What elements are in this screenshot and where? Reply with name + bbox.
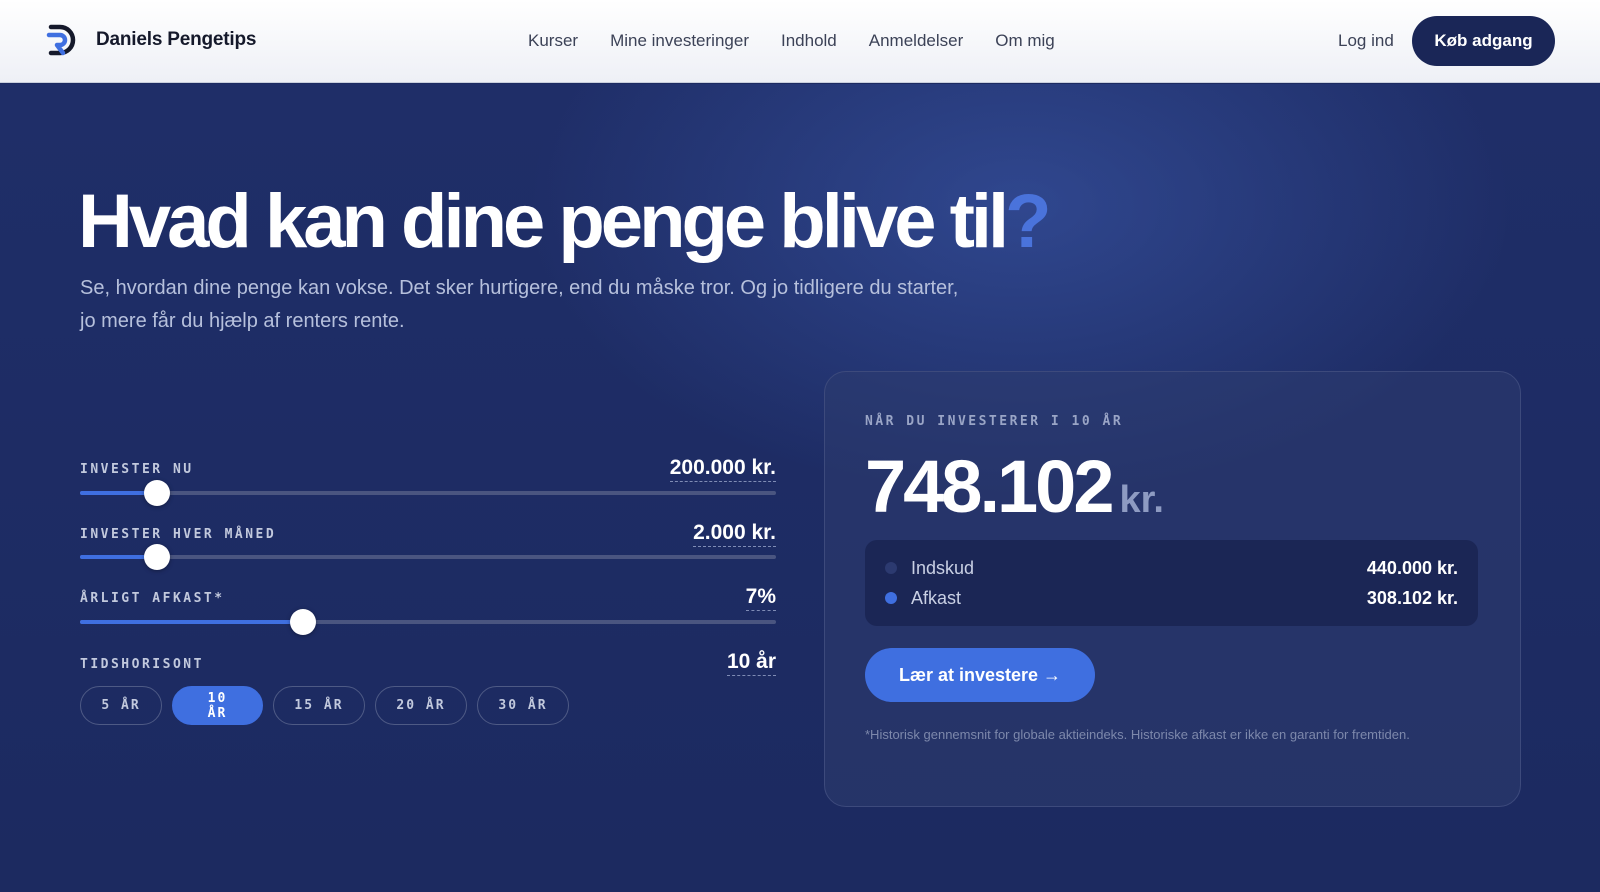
invest-now-slider-thumb[interactable]: [143, 480, 170, 506]
invest-monthly-slider-thumb[interactable]: [143, 544, 170, 570]
nav-om-mig[interactable]: Om mig: [995, 31, 1055, 51]
deposits-dot-icon: [885, 562, 897, 574]
returns-label: Afkast: [911, 587, 962, 608]
result-total-unit: kr.: [1119, 479, 1164, 521]
invest-monthly-slider[interactable]: [80, 544, 776, 570]
invest-now-slider[interactable]: [80, 480, 776, 506]
nav-kurser[interactable]: Kurser: [528, 31, 578, 51]
hero-subtitle: Se, hvordan dine penge kan vokse. Det sk…: [80, 277, 959, 332]
horizon-value: 10 år: [726, 650, 776, 676]
invest-now-value[interactable]: 200.000 kr.: [669, 456, 776, 482]
result-total: 748.102 kr.: [865, 450, 1164, 524]
page-title: Hvad kan dine penge blive til?: [78, 184, 1052, 260]
main-nav: Kurser Mine investeringer Indhold Anmeld…: [528, 31, 1055, 51]
nav-anmeldelser[interactable]: Anmeldelser: [869, 31, 964, 51]
horizon-option-15[interactable]: 15 ÅR: [273, 686, 365, 725]
deposits-label: Indskud: [911, 557, 975, 578]
breakdown-row-deposits: Indskud 440.000 kr.: [885, 556, 1458, 580]
horizon-option-5[interactable]: 5 ÅR: [80, 686, 162, 725]
annual-return-slider-fill: [80, 620, 303, 624]
invest-monthly-value[interactable]: 2.000 kr.: [693, 521, 776, 547]
buy-access-button[interactable]: Køb adgang: [1412, 16, 1555, 66]
result-card: NÅR DU INVESTERER I 10 ÅR 748.102 kr. In…: [824, 371, 1521, 807]
nav-indhold[interactable]: Indhold: [781, 31, 837, 51]
disclaimer-text: *Historisk gennemsnit for globale aktiei…: [865, 727, 1410, 742]
horizon-option-20[interactable]: 20 ÅR: [375, 686, 467, 725]
deposits-value: 440.000 kr.: [1366, 557, 1458, 578]
annual-return-value[interactable]: 7%: [745, 585, 776, 611]
annual-return-slider[interactable]: [80, 609, 776, 635]
breakdown-row-returns: Afkast 308.102 kr.: [885, 586, 1458, 610]
annual-return-slider-thumb[interactable]: [289, 609, 316, 635]
nav-mine-investeringer[interactable]: Mine investeringer: [610, 31, 749, 51]
horizon-options: 5 ÅR 10 ÅR 15 ÅR 20 ÅR 30 ÅR: [80, 686, 569, 725]
login-link[interactable]: Log ind: [1338, 31, 1394, 51]
annual-return-label: ÅRLIGT AFKAST*: [80, 591, 225, 606]
site-header: Daniels Pengetips Kurser Mine investerin…: [0, 0, 1600, 83]
horizon-option-30[interactable]: 30 ÅR: [477, 686, 569, 725]
page-title-text: Hvad kan dine penge blive til: [78, 179, 1009, 264]
brand-name[interactable]: Daniels Pengetips: [96, 29, 256, 51]
invest-now-label: INVESTER NU: [80, 462, 194, 477]
horizon-label: TIDSHORISONT: [80, 657, 204, 672]
invest-monthly-label: INVESTER HVER MÅNED: [80, 527, 277, 542]
page-title-question-mark: ?: [1005, 179, 1051, 264]
result-breakdown: Indskud 440.000 kr. Afkast 308.102 kr.: [865, 540, 1478, 626]
horizon-option-10[interactable]: 10 ÅR: [172, 686, 263, 725]
returns-value: 308.102 kr.: [1366, 587, 1458, 608]
result-label: NÅR DU INVESTERER I 10 ÅR: [865, 414, 1124, 429]
learn-to-invest-button[interactable]: Lær at investere →: [865, 648, 1095, 702]
logo-icon[interactable]: [46, 22, 78, 58]
returns-dot-icon: [885, 592, 897, 604]
result-total-amount: 748.102: [865, 445, 1114, 528]
